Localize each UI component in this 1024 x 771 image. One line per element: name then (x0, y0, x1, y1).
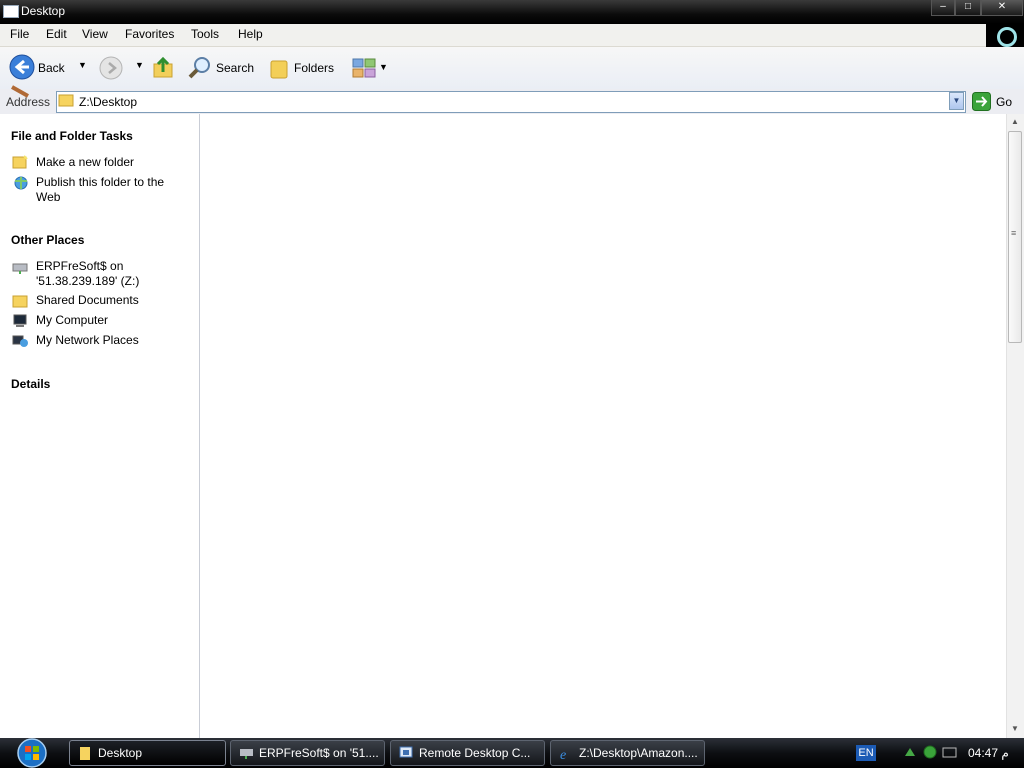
folder-icon (58, 93, 74, 107)
go-button[interactable] (972, 92, 991, 111)
taskbar-item-remote-desktop[interactable]: Remote Desktop C... (390, 740, 545, 766)
erp-drive-link-address[interactable]: '51.38.239.189' (Z:) (36, 274, 139, 289)
up-folder-icon (153, 56, 173, 78)
taskbar-item-label: Remote Desktop C... (419, 746, 531, 760)
grip-icon: ≡ (1011, 228, 1017, 238)
minimize-button[interactable]: ‒ (931, 0, 955, 16)
forward-arrow-icon (99, 56, 123, 80)
windows-orb-icon (17, 738, 47, 768)
folders-icon (270, 60, 288, 79)
up-folder-button[interactable] (150, 55, 176, 81)
menu-tools[interactable]: Tools (191, 27, 219, 41)
start-button[interactable] (12, 738, 52, 768)
remote-desktop-icon (399, 746, 413, 758)
menu-help[interactable]: Help (238, 27, 263, 41)
network-drive-icon (12, 261, 28, 274)
network-places-icon (12, 334, 28, 347)
erp-drive-link[interactable]: ERPFreSoft$ on (36, 259, 123, 274)
back-button[interactable] (8, 53, 38, 83)
taskbar-item-label: Desktop (98, 746, 143, 760)
publish-web-icon (12, 176, 28, 190)
title-bar[interactable] (0, 0, 1024, 24)
svg-text:e: e (560, 748, 566, 760)
taskbar-item-label: ERPFreSoft$ on '51.... (259, 746, 379, 760)
my-computer-link[interactable]: My Computer (36, 313, 108, 328)
search-label[interactable]: Search (216, 61, 254, 75)
forward-button[interactable] (98, 55, 124, 81)
address-value[interactable]: Z:\Desktop (79, 95, 137, 109)
back-arrow-icon (9, 54, 35, 80)
views-button[interactable] (352, 57, 378, 79)
network-drive-icon (240, 749, 253, 759)
scroll-down-icon[interactable]: ▼ (1011, 724, 1019, 733)
address-field[interactable] (56, 91, 966, 113)
publish-folder-link[interactable]: Publish this folder to the (36, 175, 164, 190)
search-button[interactable] (188, 56, 212, 80)
details-title: Details (11, 377, 51, 391)
search-icon (188, 57, 210, 79)
taskbar-item-desktop[interactable]: Desktop (69, 740, 226, 766)
window-title: Desktop (21, 4, 66, 18)
menu-view[interactable]: View (82, 27, 108, 41)
views-dropdown-icon[interactable]: ▼ (379, 62, 388, 72)
maximize-button[interactable]: □ (955, 0, 981, 16)
clock[interactable]: 04:47 م (968, 746, 1009, 760)
pencil-cursor-icon (10, 84, 32, 98)
taskbar-item-erp-drive[interactable]: ERPFreSoft$ on '51.... (230, 740, 385, 766)
shared-documents-icon (12, 294, 28, 308)
back-label[interactable]: Back (38, 61, 65, 75)
other-places-title: Other Places (11, 233, 85, 247)
folders-button[interactable] (268, 56, 292, 80)
file-list-area[interactable] (200, 114, 1006, 738)
my-network-places-link[interactable]: My Network Places (36, 333, 139, 348)
publish-folder-link-web[interactable]: Web (36, 190, 60, 205)
volume-tray-icon[interactable] (942, 746, 957, 759)
go-arrow-icon (972, 92, 991, 111)
ring-logo-icon (997, 27, 1017, 47)
menu-edit[interactable]: Edit (46, 27, 67, 41)
menu-file[interactable]: File (10, 27, 29, 41)
scroll-up-icon[interactable]: ▲ (1011, 117, 1019, 126)
back-dropdown-icon[interactable]: ▼ (78, 60, 87, 70)
globe-tray-icon[interactable] (922, 745, 938, 759)
network-tray-icon[interactable] (903, 745, 917, 759)
new-folder-icon (12, 155, 28, 169)
views-icon (352, 58, 376, 78)
taskbar-item-label: Z:\Desktop\Amazon.... (579, 746, 698, 760)
forward-dropdown-icon[interactable]: ▼ (135, 60, 144, 70)
task-pane (0, 114, 200, 738)
address-dropdown-button[interactable]: ▼ (949, 92, 964, 110)
menu-favorites[interactable]: Favorites (125, 27, 174, 41)
shared-documents-link[interactable]: Shared Documents (36, 293, 139, 308)
window-icon (3, 5, 19, 18)
internet-explorer-icon: e (560, 748, 566, 760)
make-new-folder-link[interactable]: Make a new folder (36, 155, 134, 170)
folders-label[interactable]: Folders (294, 61, 334, 75)
go-label[interactable]: Go (996, 95, 1012, 109)
my-computer-icon (12, 314, 27, 327)
language-indicator[interactable]: EN (856, 745, 876, 761)
taskbar-item-internet-explorer[interactable]: e Z:\Desktop\Amazon.... (550, 740, 705, 766)
file-folder-tasks-title: File and Folder Tasks (11, 129, 133, 143)
folder-icon (80, 747, 90, 760)
close-button[interactable]: ✕ (981, 0, 1023, 16)
